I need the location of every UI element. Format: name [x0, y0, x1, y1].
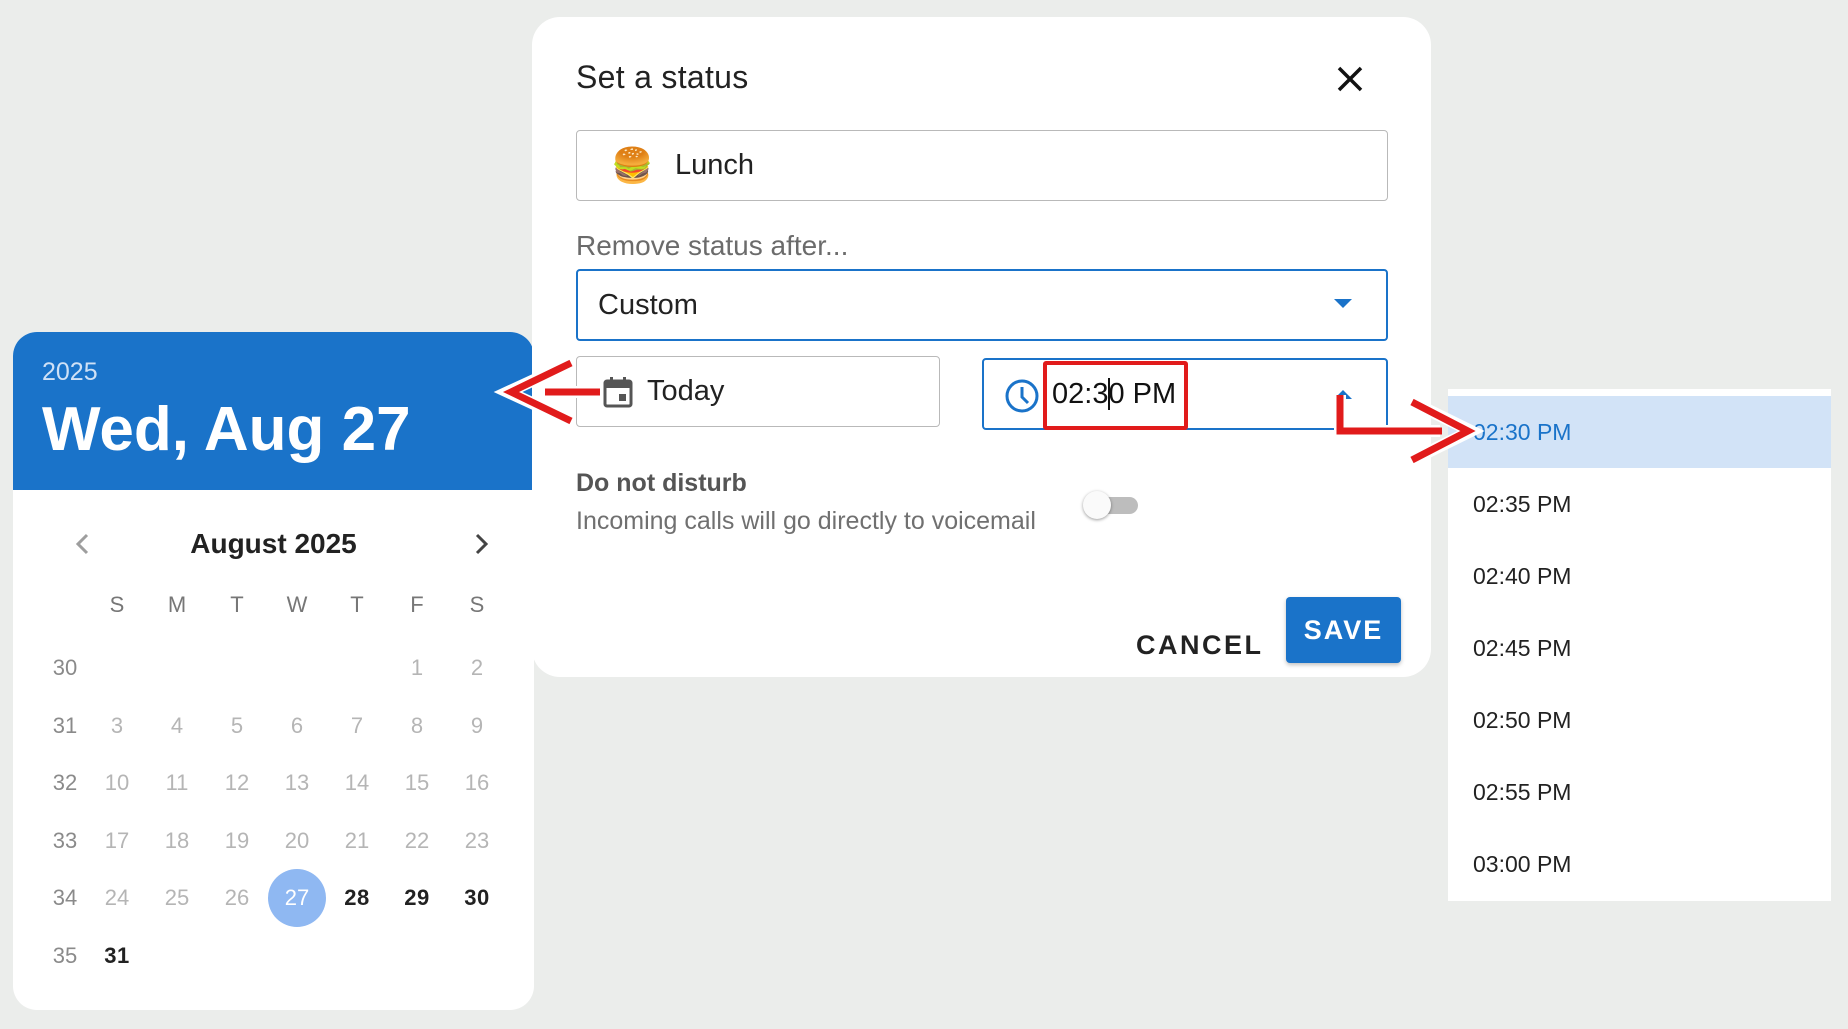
status-emoji[interactable]: 🍔	[611, 149, 653, 183]
chevron-right-icon	[475, 533, 489, 555]
calendar-day: 18	[164, 827, 190, 853]
time-option[interactable]: 02:45 PM	[1448, 612, 1831, 684]
calendar-day[interactable]: 28	[328, 869, 386, 927]
calendar-icon	[603, 376, 633, 407]
time-options-list: 02:30 PM 02:35 PM 02:40 PM 02:45 PM 02:50 PM…	[1448, 389, 1831, 901]
time-option[interactable]: 02:35 PM	[1448, 468, 1831, 540]
calendar-day: 22	[404, 827, 430, 853]
weekday-header: W	[286, 592, 308, 617]
weekday-header: M	[167, 592, 187, 617]
calendar-day: 5	[230, 712, 244, 738]
calendar-header: 2025 Wed, Aug 27	[13, 332, 534, 490]
calendar-day: 17	[104, 827, 130, 853]
calendar-day: 21	[344, 827, 370, 853]
weekday-header: T	[350, 592, 364, 617]
calendar-day: 8	[410, 712, 424, 738]
calendar-day: 4	[170, 712, 184, 738]
week-number: 33	[52, 827, 78, 853]
dnd-subtitle: Incoming calls will go directly to voice…	[576, 507, 1036, 535]
calendar-day: 9	[470, 712, 484, 738]
set-status-dialog: Set a status 🍔 Lunch Remove status after…	[532, 17, 1431, 677]
calendar-day[interactable]: 31	[88, 927, 146, 985]
calendar-day: 24	[104, 885, 130, 910]
time-option[interactable]: 02:40 PM	[1448, 540, 1831, 612]
week-number: 30	[52, 655, 78, 680]
date-field[interactable]: Today	[576, 356, 940, 427]
calendar-day: 14	[344, 770, 370, 795]
calendar-day: 19	[224, 827, 250, 853]
month-label: August 2025	[190, 528, 357, 559]
calendar-day: 26	[224, 885, 250, 910]
close-button[interactable]	[1328, 57, 1372, 101]
calendar-day: 25	[164, 885, 190, 910]
calendar-day: 3	[110, 712, 124, 738]
dnd-toggle[interactable]	[1083, 488, 1143, 522]
time-option[interactable]: 02:55 PM	[1448, 756, 1831, 828]
calendar-day: 16	[464, 770, 490, 795]
time-option[interactable]: 03:00 PM	[1448, 828, 1831, 900]
weekday-header: T	[230, 592, 244, 617]
calendar-day: 6	[290, 712, 304, 738]
remove-after-select[interactable]: Custom	[576, 269, 1388, 341]
status-input[interactable]: 🍔 Lunch	[576, 130, 1388, 201]
dialog-title: Set a status	[576, 59, 749, 95]
calendar-day: 11	[165, 770, 189, 795]
clock-icon	[1005, 379, 1039, 413]
time-option[interactable]: 02:50 PM	[1448, 684, 1831, 756]
date-value: Today	[647, 375, 725, 407]
calendar-selected-date: Wed, Aug 27	[42, 395, 411, 464]
calendar-day: 12	[224, 770, 250, 795]
month-navigation: August 2025	[13, 512, 534, 572]
dropdown-caret-up-icon	[1334, 390, 1352, 399]
calendar-day: 15	[404, 770, 430, 795]
calendar-day: 23	[464, 827, 490, 853]
dropdown-caret-icon	[1334, 299, 1352, 308]
week-number: 35	[52, 942, 78, 968]
remove-after-value: Custom	[598, 288, 698, 321]
calendar-day: 13	[284, 770, 310, 795]
date-picker-calendar: 2025 Wed, Aug 27 August 2025 S M T W T F S 30 1 2…	[13, 332, 534, 1010]
close-icon	[1337, 66, 1363, 92]
cancel-button[interactable]: CANCEL	[1136, 612, 1264, 678]
toggle-knob	[1083, 491, 1111, 519]
calendar-year[interactable]: 2025	[42, 358, 98, 387]
save-button[interactable]: SAVE	[1286, 597, 1401, 663]
weekday-header: S	[469, 592, 485, 617]
dnd-title: Do not disturb	[576, 469, 747, 497]
weekday-header: F	[410, 592, 424, 617]
calendar-day: 7	[350, 712, 364, 738]
calendar-day: 2	[470, 655, 484, 680]
remove-status-label: Remove status after...	[576, 230, 849, 261]
weekday-header: S	[109, 592, 125, 617]
calendar-day[interactable]: 27	[268, 869, 326, 927]
time-highlight-box	[1043, 361, 1188, 430]
calendar-day: 1	[410, 655, 424, 680]
week-number: 34	[52, 885, 78, 910]
week-number: 31	[52, 712, 78, 738]
week-number: 32	[52, 770, 78, 795]
calendar-day[interactable]: 29	[388, 869, 446, 927]
calendar-day[interactable]: 30	[448, 869, 506, 927]
status-text: Lunch	[675, 149, 755, 181]
next-month-button[interactable]	[461, 524, 501, 564]
calendar-day: 10	[104, 770, 130, 795]
calendar-day: 20	[284, 827, 310, 853]
time-option[interactable]: 02:30 PM	[1448, 396, 1831, 468]
